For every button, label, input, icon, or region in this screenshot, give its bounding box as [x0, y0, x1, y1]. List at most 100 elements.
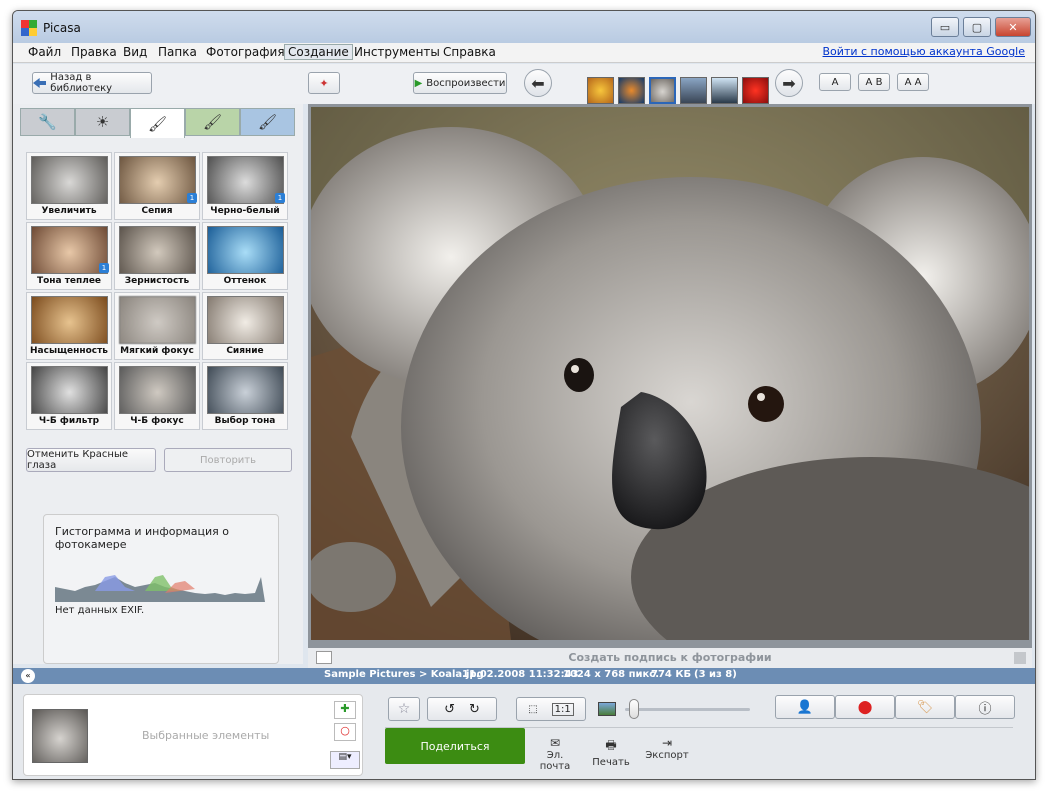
effect-glow[interactable]: Сияние	[202, 292, 288, 360]
exif-info: Нет данных EXIF.	[55, 605, 145, 616]
picasa-window: Picasa ▭ ▢ ✕ Файл Правка Вид Папка Фотог…	[12, 10, 1036, 780]
clear-selection-icon[interactable]: ○	[334, 723, 356, 741]
play-label: Воспроизвести	[426, 77, 506, 89]
map-pin-icon: ⬤	[857, 699, 873, 715]
effect-soft-focus[interactable]: Мягкий фокус	[114, 292, 200, 360]
next-photo-button[interactable]: ➡	[775, 69, 803, 97]
collage-icon-button[interactable]: ✦	[308, 72, 340, 94]
effect-bw-focus[interactable]: Ч-Б фокус	[114, 362, 200, 430]
caption-style-a-button[interactable]: A	[819, 73, 851, 91]
print-label: Печать	[592, 757, 630, 768]
filmstrip-thumb-1[interactable]	[587, 77, 614, 104]
rotate-buttons[interactable]: ↺ ↻	[427, 697, 497, 721]
menu-help[interactable]: Справка	[440, 45, 499, 59]
caption-bar: Создать подпись к фотографии	[308, 648, 1032, 668]
tab-basic-fixes[interactable]: 🔧	[20, 108, 75, 136]
filmstrip-thumb-2[interactable]	[618, 77, 645, 104]
effect-thumbnail	[31, 226, 108, 274]
effects-grid: Увеличить резкость 1 Сепия 1 Черно-белый 1…	[26, 152, 288, 430]
collage-icon: ✦	[319, 76, 329, 90]
histogram-graph	[55, 575, 265, 602]
info-icon: ⓘ	[978, 701, 992, 717]
undo-red-eye-button[interactable]: Отменить Красные глаза	[26, 448, 156, 472]
effect-badge: 1	[187, 193, 197, 203]
export-button[interactable]: ⇥ Экспорт	[643, 736, 691, 761]
effect-warm[interactable]: 1 Тона теплее	[26, 222, 112, 290]
tray-thumbnail[interactable]	[32, 709, 88, 763]
tab-effects-3[interactable]: 🖌	[240, 108, 295, 136]
zoom-slider[interactable]	[625, 708, 750, 711]
menu-file[interactable]: Файл	[25, 45, 64, 59]
pin-icon[interactable]: ✚	[334, 701, 356, 719]
effect-bw-filter[interactable]: Ч-Б фильтр	[26, 362, 112, 430]
caption-style-aa-button[interactable]: A A	[897, 73, 929, 91]
title-bar: Picasa ▭ ▢ ✕	[13, 11, 1035, 43]
star-icon: ☆	[397, 701, 411, 717]
effect-thumbnail	[31, 156, 108, 204]
menu-view[interactable]: Вид	[120, 45, 150, 59]
star-button[interactable]: ☆	[388, 697, 420, 721]
geotag-button[interactable]: ⬤	[835, 695, 895, 719]
status-bar: « Sample Pictures > Koala.jpg 11.02.2008…	[13, 668, 1035, 684]
effect-thumbnail	[31, 296, 108, 344]
email-label: Эл. почта	[539, 750, 571, 772]
collapse-icon[interactable]: «	[21, 669, 35, 683]
effect-label: Ч-Б фильтр	[38, 416, 100, 426]
filmstrip-thumb-4[interactable]	[680, 77, 707, 104]
effect-thumbnail	[119, 366, 196, 414]
minimize-button[interactable]: ▭	[931, 17, 959, 37]
effect-sepia[interactable]: 1 Сепия	[114, 152, 200, 220]
print-button[interactable]: 🖶 Печать	[591, 736, 631, 768]
effect-label: Оттенок	[223, 276, 267, 286]
back-to-library-button[interactable]: Назад в библиотеку	[32, 72, 152, 94]
tab-tuning[interactable]: ☀	[75, 108, 130, 136]
email-button[interactable]: ✉ Эл. почта	[535, 736, 575, 772]
tab-effects[interactable]: 🖌	[130, 108, 185, 138]
rotate-left-icon: ↺	[444, 701, 455, 717]
previous-photo-button[interactable]: ⬅	[524, 69, 552, 97]
zoom-mode-buttons[interactable]: ⬚ 1:1	[516, 697, 586, 721]
blue-brush-icon: 🖌	[257, 113, 278, 131]
close-button[interactable]: ✕	[995, 17, 1031, 37]
menu-tools[interactable]: Инструменты	[351, 45, 443, 59]
effect-thumbnail	[119, 296, 196, 344]
picasa-logo-icon	[21, 20, 37, 36]
filmstrip-thumb-6[interactable]	[742, 77, 769, 104]
filmstrip-thumb-3-selected[interactable]	[649, 77, 676, 104]
green-brush-icon: 🖌	[202, 113, 223, 131]
album-dropdown-icon[interactable]: ▤▾	[330, 751, 360, 769]
photo-viewer	[308, 104, 1032, 649]
menu-edit[interactable]: Правка	[68, 45, 120, 59]
menu-create[interactable]: Создание	[284, 44, 353, 60]
person-icon: 👤	[796, 699, 814, 715]
zoom-slider-handle[interactable]	[629, 699, 639, 719]
effect-grain[interactable]: Зернистость	[114, 222, 200, 290]
caption-input[interactable]: Создать подпись к фотографии	[308, 651, 1032, 664]
tags-button[interactable]: 🏷	[895, 695, 955, 719]
effect-sharpen[interactable]: Увеличить резкость	[26, 152, 112, 220]
effect-tint[interactable]: Оттенок	[202, 222, 288, 290]
histogram-panel: Гистограмма и информация о фотокамере Не…	[43, 514, 279, 664]
effect-saturation[interactable]: Насыщенность	[26, 292, 112, 360]
filmstrip-thumb-5[interactable]	[711, 77, 738, 104]
effect-bw[interactable]: 1 Черно-белый	[202, 152, 288, 220]
effect-tone-select[interactable]: Выбор тона	[202, 362, 288, 430]
edit-tabs: 🔧 ☀ 🖌 🖌 🖌	[20, 108, 298, 138]
trash-icon[interactable]	[1014, 652, 1026, 664]
maximize-button[interactable]: ▢	[963, 17, 991, 37]
people-button[interactable]: 👤	[775, 695, 835, 719]
toolbar: Назад в библиотеку ✦ ▶ Воспроизвести ⬅ ➡…	[13, 64, 1035, 104]
status-date: 11.02.2008 11:32:43	[462, 669, 579, 680]
info-button[interactable]: ⓘ	[955, 695, 1015, 719]
rotate-right-icon: ↻	[469, 701, 480, 717]
koala-photo[interactable]	[311, 107, 1029, 640]
printer-icon: 🖶	[605, 738, 617, 752]
slideshow-button[interactable]: ▶ Воспроизвести	[413, 72, 507, 94]
menu-folder[interactable]: Папка	[155, 45, 200, 59]
menu-photo[interactable]: Фотография	[203, 45, 288, 59]
caption-style-ab-button[interactable]: A B	[858, 73, 890, 91]
share-button[interactable]: Поделиться	[385, 728, 525, 764]
redo-button[interactable]: Повторить	[164, 448, 292, 472]
google-signin-link[interactable]: Войти с помощью аккаунта Google	[823, 45, 1025, 58]
tab-effects-2[interactable]: 🖌	[185, 108, 240, 136]
